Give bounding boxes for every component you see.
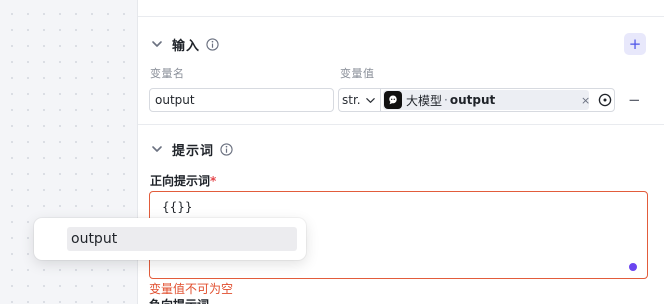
prompt-section-header[interactable]: 提示词	[150, 139, 233, 159]
inputs-section-title: 输入	[172, 38, 201, 54]
remove-input-button[interactable]: −	[628, 92, 641, 108]
top-divider	[138, 16, 664, 17]
clear-icon[interactable]: ×	[581, 94, 590, 107]
variable-picker-icon[interactable]	[598, 93, 612, 107]
variable-name-input[interactable]: output	[149, 88, 334, 112]
variable-type-select[interactable]: str.	[338, 88, 380, 112]
variable-suggestion-popup: output	[34, 218, 306, 260]
chevron-down-icon[interactable]	[150, 142, 164, 156]
error-message: 变量值不可为空	[149, 282, 234, 296]
reference-node-name: 大模型	[406, 93, 443, 108]
reference-field-name: output	[449, 93, 496, 107]
variable-type-value: str.	[342, 93, 361, 107]
reference-separator: ·	[444, 93, 448, 107]
positive-prompt-label-text: 正向提示词	[150, 174, 211, 188]
inputs-section-header[interactable]: 输入	[150, 34, 219, 54]
prompt-section-title: 提示词	[172, 143, 215, 159]
editor-handle-icon[interactable]	[629, 263, 637, 271]
chevron-down-icon[interactable]	[150, 37, 164, 51]
positive-prompt-label: 正向提示词*	[150, 172, 216, 189]
llm-node-icon	[384, 91, 402, 109]
chevron-down-icon	[365, 97, 375, 103]
suggestion-item[interactable]: output	[67, 227, 297, 251]
required-mark: *	[210, 174, 217, 188]
variable-value-field[interactable]: 大模型 · output ×	[380, 88, 615, 112]
section-divider	[138, 124, 664, 125]
column-label-value: 变量值	[340, 67, 375, 80]
add-input-button[interactable]: +	[624, 33, 646, 55]
positive-prompt-text[interactable]: {{}}	[162, 200, 193, 214]
info-icon[interactable]	[220, 142, 233, 156]
negative-prompt-label: 负向提示词	[149, 296, 209, 304]
info-icon[interactable]	[206, 37, 219, 51]
variable-reference-tag[interactable]: 大模型 · output	[383, 90, 589, 110]
column-label-name: 变量名	[150, 67, 185, 80]
